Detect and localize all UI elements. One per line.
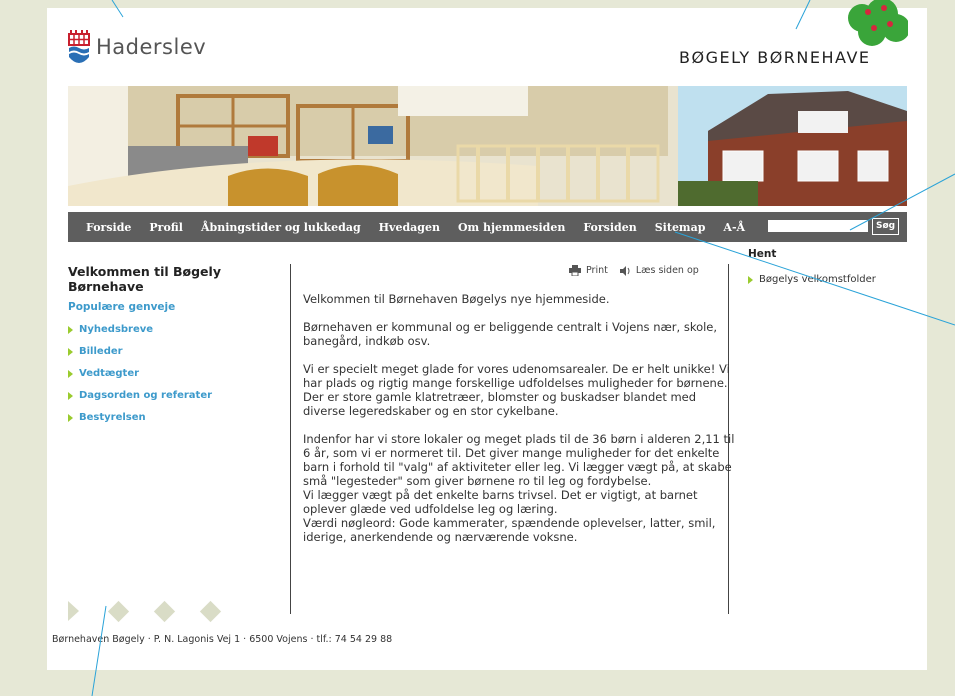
haderslev-logo[interactable]: Haderslev bbox=[68, 30, 206, 64]
search-input[interactable] bbox=[768, 220, 868, 232]
nav-item-forsiden[interactable]: Forsiden bbox=[583, 221, 636, 234]
welcome-folder-link[interactable]: Bøgelys velkomstfolder bbox=[748, 274, 908, 285]
shortcut-label: Nyhedsbreve bbox=[79, 324, 154, 335]
bullet-arrow-icon bbox=[68, 414, 73, 422]
location-paragraph: Børnehaven er kommunal og er beliggende … bbox=[303, 320, 718, 348]
outdoor-paragraph: Vi er specielt meget glade for vores ude… bbox=[303, 362, 730, 418]
banner-image bbox=[68, 86, 907, 206]
diamond-decoration bbox=[153, 600, 176, 622]
shortcut-label: Vedtægter bbox=[79, 368, 140, 379]
main-nav: Forside Profil Åbningstider og lukkedag … bbox=[68, 212, 907, 242]
bullet-arrow-icon bbox=[68, 348, 73, 356]
values-text: Værdi nøgleord: Gode kammerater, spænden… bbox=[303, 516, 716, 544]
page: Haderslev BØGELY BØRNEHAVE Forside Profi… bbox=[47, 0, 927, 670]
read-aloud-button[interactable]: Læs siden op bbox=[619, 265, 699, 276]
nav-item-a-aa[interactable]: A-Å bbox=[723, 221, 745, 234]
right-column: Hent Bøgelys velkomstfolder bbox=[748, 248, 908, 285]
column-divider-left bbox=[290, 264, 291, 614]
shortcut-label: Billeder bbox=[79, 346, 123, 357]
shortcut-dagsorden[interactable]: Dagsorden og referater bbox=[68, 385, 283, 407]
municipality-name: Haderslev bbox=[96, 35, 207, 59]
nav-item-profil[interactable]: Profil bbox=[149, 221, 183, 234]
printer-icon bbox=[569, 265, 581, 276]
nav-item-hvedagen[interactable]: Hvedagen bbox=[379, 221, 440, 234]
footer-address: Børnehaven Bøgely · P. N. Lagonis Vej 1 … bbox=[52, 634, 393, 645]
print-button[interactable]: Print bbox=[569, 265, 608, 276]
crest-icon bbox=[68, 30, 90, 63]
read-aloud-label: Læs siden op bbox=[635, 265, 699, 276]
bullet-arrow-icon bbox=[68, 392, 73, 400]
tree-logo-icon bbox=[848, 0, 908, 46]
welcome-heading: Velkommen til Bøgely Børnehave bbox=[68, 264, 221, 294]
nav-item-aabningstider[interactable]: Åbningstider og lukkedag bbox=[201, 221, 361, 234]
welcome-folder-label: Bøgelys velkomstfolder bbox=[759, 274, 876, 285]
nav-item-forside[interactable]: Forside bbox=[86, 221, 131, 234]
bullet-arrow-icon bbox=[748, 275, 753, 284]
page-tools: Print Læs siden op bbox=[569, 265, 699, 276]
main-content: Velkommen til Børnehaven Bøgelys nye hje… bbox=[303, 292, 735, 544]
speaker-icon bbox=[619, 265, 630, 276]
diamond-decoration bbox=[107, 600, 130, 622]
search-button[interactable]: Søg bbox=[872, 218, 900, 235]
site-title[interactable]: BØGELY BØRNEHAVE bbox=[679, 48, 871, 67]
shortcut-bestyrelsen[interactable]: Bestyrelsen bbox=[68, 407, 283, 429]
shortcut-vedtaegter[interactable]: Vedtægter bbox=[68, 363, 283, 385]
nav-item-sitemap[interactable]: Sitemap bbox=[655, 221, 706, 234]
download-heading: Hent bbox=[748, 248, 777, 260]
shortcut-label: Dagsorden og referater bbox=[79, 390, 213, 401]
shortcut-billeder[interactable]: Billeder bbox=[68, 341, 283, 363]
shortcuts-heading[interactable]: Populære genveje bbox=[68, 301, 283, 313]
shortcut-nyhedsbreve[interactable]: Nyhedsbreve bbox=[68, 319, 283, 341]
diamond-decoration bbox=[199, 600, 222, 622]
indoor-text: Indenfor har vi store lokaler og meget p… bbox=[303, 432, 735, 488]
nav-item-om-hjemmesiden[interactable]: Om hjemmesiden bbox=[458, 221, 565, 234]
print-label: Print bbox=[586, 265, 608, 276]
bullet-arrow-icon bbox=[68, 370, 73, 378]
decorative-diamonds bbox=[68, 600, 249, 622]
indoor-paragraph: Indenfor har vi store lokaler og meget p… bbox=[303, 432, 735, 544]
intro-paragraph: Velkommen til Børnehaven Bøgelys nye hje… bbox=[303, 292, 610, 306]
diamond-decoration bbox=[68, 601, 79, 621]
shortcut-label: Bestyrelsen bbox=[79, 412, 146, 423]
bullet-arrow-icon bbox=[68, 326, 73, 334]
wellbeing-text: Vi lægger vægt på det enkelte barns triv… bbox=[303, 488, 698, 516]
left-column: Velkommen til Bøgely Børnehave Populære … bbox=[68, 264, 283, 429]
shortcut-list: Nyhedsbreve Billeder Vedtægter Dagsorden… bbox=[68, 319, 283, 429]
